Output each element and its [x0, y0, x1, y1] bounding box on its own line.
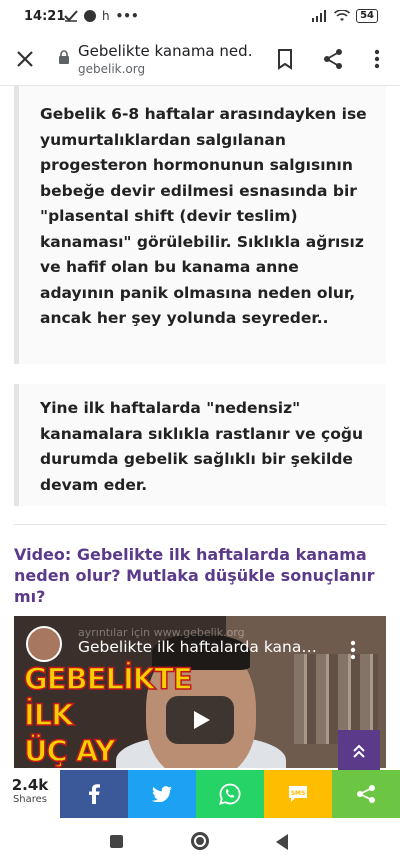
- video-overlay-text: İLK: [23, 697, 74, 733]
- blockquote-text: Yine ilk haftalarda "nedensiz" kanamalar…: [40, 399, 363, 494]
- check-download-icon: [64, 10, 78, 22]
- video-menu-icon[interactable]: [350, 640, 356, 660]
- signal-icon: [312, 10, 327, 22]
- wifi-icon: [334, 10, 351, 21]
- play-button[interactable]: [166, 696, 234, 744]
- blockquote: Gebelik 6-8 haftalar arasındayken ise yu…: [14, 86, 386, 364]
- blockquote: Yine ilk haftalarda "nedensiz" kanamalar…: [14, 384, 386, 506]
- video-overlay-text: ÜÇ AY: [23, 733, 116, 768]
- share-bar: 2.4k Shares SMS: [0, 770, 400, 818]
- back-icon[interactable]: [276, 834, 288, 850]
- bookmark-icon[interactable]: [272, 46, 298, 72]
- status-system-icons: 54: [312, 9, 378, 23]
- whatsapp-icon: [219, 783, 241, 805]
- sms-share-button[interactable]: SMS: [264, 770, 332, 818]
- sms-icon: SMS: [289, 786, 307, 802]
- share-count-label: Shares: [12, 794, 48, 805]
- sms-icon-label: SMS: [291, 790, 306, 797]
- facebook-icon: [89, 784, 100, 804]
- recent-apps-icon[interactable]: [110, 835, 123, 848]
- more-vert-icon[interactable]: [364, 46, 390, 72]
- dnd-icon: [84, 10, 96, 22]
- site-domain: gebelik.org: [78, 62, 146, 76]
- article-content: Gebelik 6-8 haftalar arasındayken ise yu…: [0, 86, 400, 768]
- status-extra: h: [102, 9, 110, 23]
- facebook-share-button[interactable]: [60, 770, 128, 818]
- status-more: •••: [115, 9, 139, 23]
- share-count: 2.4k: [11, 776, 49, 794]
- share-icon: [357, 785, 375, 803]
- share-counter: 2.4k Shares: [0, 770, 60, 818]
- lock-icon: [59, 50, 69, 64]
- status-bar: 14:21 h ••• 54: [0, 0, 400, 34]
- whatsapp-share-button[interactable]: [196, 770, 264, 818]
- close-icon[interactable]: [12, 46, 38, 72]
- video-heading: Video: Gebelikte ilk haftalarda kanama n…: [14, 545, 375, 606]
- status-time: 14:21: [24, 9, 66, 24]
- video-title[interactable]: Gebelikte ilk haftalarda kana…: [78, 638, 336, 656]
- page-title: Gebelikte kanama ned…: [78, 42, 254, 60]
- system-nav-bar: [0, 818, 400, 866]
- status-notification-icons: h •••: [64, 9, 139, 23]
- blockquote-text: Gebelik 6-8 haftalar arasındayken ise yu…: [40, 105, 367, 327]
- section-divider: [14, 524, 386, 525]
- video-overlay-text: GEBELİKTE: [23, 661, 193, 697]
- home-icon[interactable]: [191, 832, 209, 850]
- generic-share-button[interactable]: [332, 770, 400, 818]
- twitter-share-button[interactable]: [128, 770, 196, 818]
- battery-icon: 54: [356, 9, 378, 23]
- share-icon[interactable]: [320, 46, 346, 72]
- scroll-to-top-button[interactable]: [338, 730, 380, 772]
- twitter-icon: [152, 786, 172, 802]
- browser-toolbar: Gebelikte kanama ned… gebelik.org: [0, 34, 400, 86]
- video-player[interactable]: ayrıntılar için www.gebelik.org Gebelikt…: [14, 616, 386, 768]
- double-chevron-up-icon: [353, 744, 365, 758]
- channel-avatar[interactable]: [26, 626, 62, 662]
